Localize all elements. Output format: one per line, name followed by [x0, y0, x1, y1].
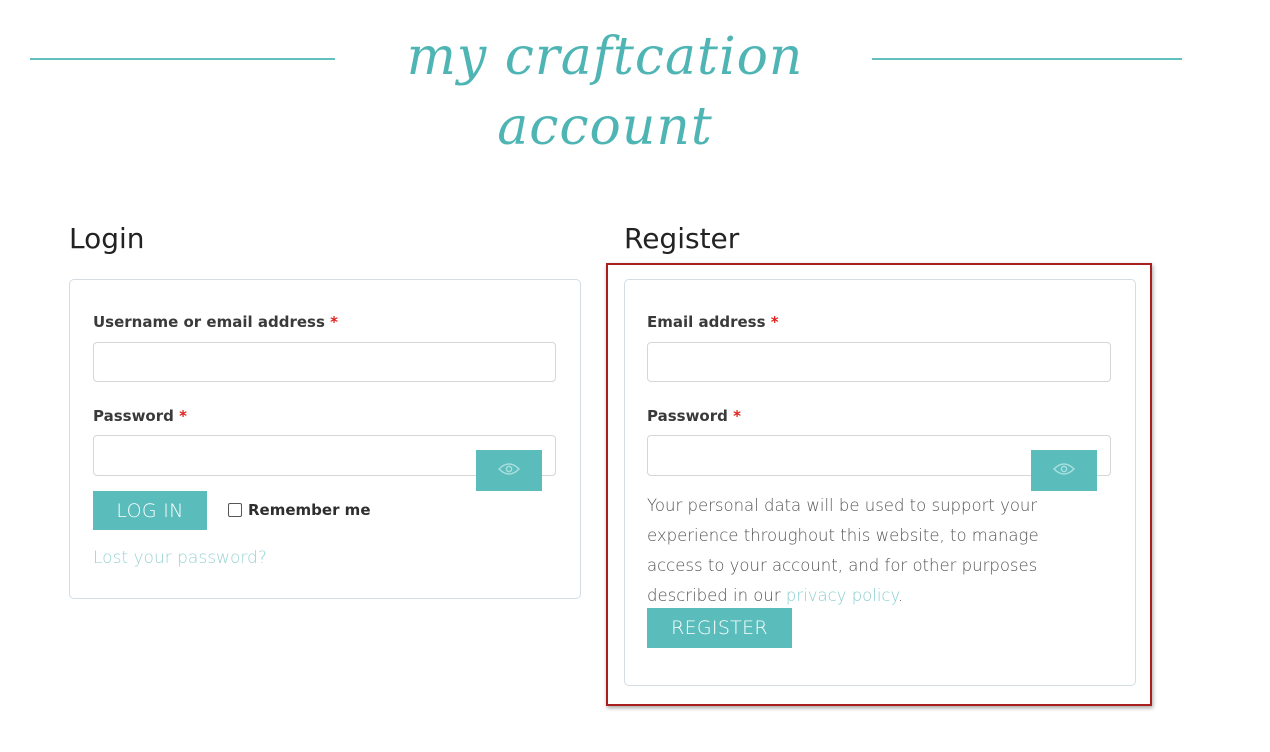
- required-asterisk: *: [330, 313, 338, 331]
- required-asterisk: *: [770, 313, 779, 331]
- banner-line-left: [30, 58, 335, 60]
- remember-checkbox-box[interactable]: [228, 503, 242, 517]
- privacy-notice: Your personal data will be used to suppo…: [647, 496, 1039, 605]
- required-asterisk: *: [733, 407, 741, 425]
- required-asterisk: *: [179, 407, 187, 425]
- register-show-password-button[interactable]: [1031, 450, 1097, 491]
- banner-line-right: [872, 58, 1182, 60]
- register-button[interactable]: REGISTER: [647, 608, 792, 648]
- eye-icon: [497, 462, 521, 479]
- page-title: my craftcation account: [406, 27, 804, 157]
- remember-label: Remember me: [248, 501, 371, 519]
- login-heading: Login: [69, 222, 145, 255]
- register-password-label: Password *: [647, 407, 741, 425]
- email-input[interactable]: [647, 342, 1111, 382]
- username-label: Username or email address *: [93, 313, 338, 331]
- username-input[interactable]: [93, 342, 556, 382]
- privacy-policy-link[interactable]: privacy policy: [786, 586, 898, 605]
- page-banner: my craftcation account: [0, 20, 1270, 157]
- login-password-label: Password *: [93, 407, 187, 425]
- eye-icon: [1052, 462, 1076, 479]
- login-show-password-button[interactable]: [476, 450, 542, 491]
- lost-password-link[interactable]: Lost your password?: [93, 548, 267, 568]
- email-label: Email address *: [647, 313, 779, 331]
- login-button[interactable]: LOG IN: [93, 491, 207, 530]
- register-heading: Register: [624, 222, 740, 255]
- remember-me-checkbox[interactable]: Remember me: [228, 501, 371, 519]
